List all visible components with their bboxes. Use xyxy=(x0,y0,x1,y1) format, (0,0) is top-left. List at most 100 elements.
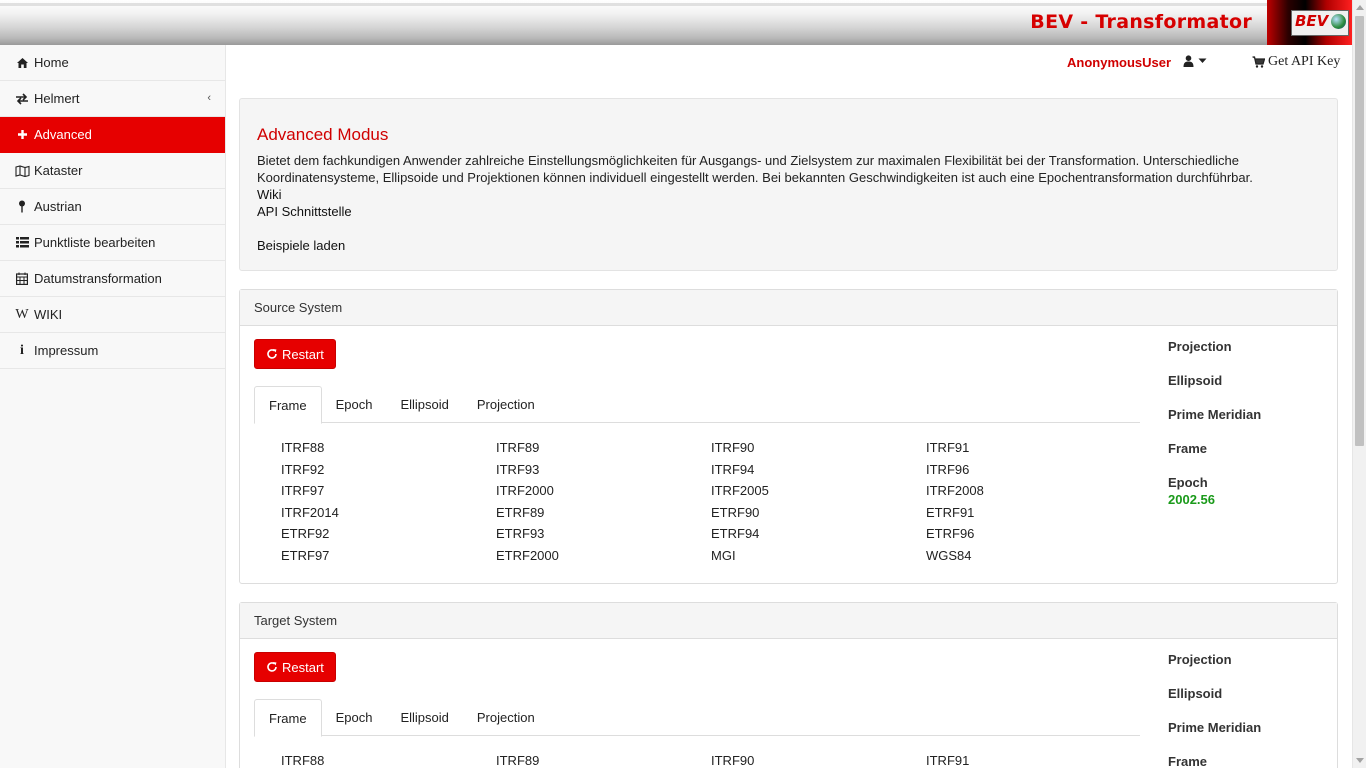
sidebar-item-kataster[interactable]: Kataster xyxy=(0,153,225,189)
sidebar-item-label: Kataster xyxy=(34,163,83,178)
wikipedia-icon: W xyxy=(15,306,29,322)
sidebar-item-label: Helmert xyxy=(34,91,80,106)
sidebar: Home Helmert ‹ Advanced Kataster Austria… xyxy=(0,45,226,768)
sidebar-item-punktliste[interactable]: Punktliste bearbeiten xyxy=(0,225,225,261)
frame-option[interactable]: ITRF88 xyxy=(281,440,496,462)
home-icon xyxy=(14,56,30,70)
get-api-key-link[interactable]: Get API Key xyxy=(1252,54,1340,70)
target-system-panel: Target System Restart Frame Epoch Ellips… xyxy=(239,602,1338,768)
source-system-panel: Source System Restart Frame Epoch Ellips… xyxy=(239,289,1338,584)
frame-option[interactable]: ETRF91 xyxy=(926,505,1141,527)
load-examples-link[interactable]: Beispiele laden xyxy=(257,237,1320,254)
frame-option[interactable]: ITRF2005 xyxy=(711,483,926,505)
frame-option[interactable]: ITRF93 xyxy=(496,462,711,484)
target-tabs: Frame Epoch Ellipsoid Projection xyxy=(254,699,1140,737)
chevron-left-icon[interactable]: ‹ xyxy=(207,92,211,104)
scroll-up-icon[interactable] xyxy=(1356,5,1364,10)
list-icon xyxy=(14,236,30,250)
frame-option[interactable]: ITRF90 xyxy=(711,753,926,768)
user-menu-toggle[interactable] xyxy=(1183,55,1207,67)
frame-option[interactable]: ETRF96 xyxy=(926,526,1141,548)
summary-ellipsoid: Ellipsoid xyxy=(1168,686,1223,701)
pin-icon xyxy=(14,200,30,214)
summary-frame: Frame xyxy=(1168,754,1208,768)
frame-option[interactable]: ITRF97 xyxy=(281,483,496,505)
scroll-down-icon[interactable] xyxy=(1356,758,1364,763)
logo-text: BEV xyxy=(1295,12,1329,30)
sidebar-item-wiki[interactable]: W WIKI xyxy=(0,297,225,333)
tab-epoch[interactable]: Epoch xyxy=(322,386,387,423)
source-frame-list: ITRF88 ITRF89 ITRF90 ITRF91 ITRF92 ITRF9… xyxy=(281,440,1141,569)
frame-option[interactable]: MGI xyxy=(711,548,926,570)
frame-option[interactable]: ETRF2000 xyxy=(496,548,711,570)
tab-ellipsoid[interactable]: Ellipsoid xyxy=(386,386,462,423)
banner-stripe xyxy=(0,3,1352,6)
frame-option[interactable]: ITRF2014 xyxy=(281,505,496,527)
frame-option[interactable]: ETRF93 xyxy=(496,526,711,548)
summary-frame: Frame xyxy=(1168,441,1208,456)
panel-heading: Source System xyxy=(240,290,1337,326)
api-link[interactable]: API Schnittstelle xyxy=(257,203,1320,220)
scroll-thumb[interactable] xyxy=(1355,16,1364,446)
frame-option[interactable]: ITRF2000 xyxy=(496,483,711,505)
sidebar-item-impressum[interactable]: i Impressum xyxy=(0,333,225,369)
caret-down-icon xyxy=(1198,58,1207,63)
tab-ellipsoid[interactable]: Ellipsoid xyxy=(386,699,462,736)
map-icon xyxy=(14,164,30,178)
summary-projection: Projection xyxy=(1168,652,1232,667)
user-name[interactable]: AnonymousUser xyxy=(1067,55,1171,70)
restart-button[interactable]: Restart xyxy=(254,652,336,682)
tab-frame[interactable]: Frame xyxy=(254,386,322,424)
sidebar-item-label: Advanced xyxy=(34,127,92,142)
api-key-label: Get API Key xyxy=(1268,54,1341,69)
frame-option[interactable]: ITRF90 xyxy=(711,440,926,462)
tab-epoch[interactable]: Epoch xyxy=(322,699,387,736)
frame-option[interactable]: ITRF91 xyxy=(926,753,1141,768)
sidebar-item-advanced[interactable]: Advanced xyxy=(0,117,225,153)
frame-option[interactable]: ITRF2008 xyxy=(926,483,1141,505)
sidebar-item-helmert[interactable]: Helmert ‹ xyxy=(0,81,225,117)
frame-option[interactable]: ITRF92 xyxy=(281,462,496,484)
app-title: BEV - Transformator xyxy=(1030,11,1252,33)
summary-projection: Projection xyxy=(1168,339,1232,354)
frame-option[interactable]: ETRF89 xyxy=(496,505,711,527)
sidebar-item-label: Austrian xyxy=(34,199,82,214)
sidebar-item-datumstransformation[interactable]: Datumstransformation xyxy=(0,261,225,297)
sidebar-item-label: Impressum xyxy=(34,343,99,358)
tab-projection[interactable]: Projection xyxy=(463,386,549,423)
tab-frame[interactable]: Frame xyxy=(254,699,322,737)
frame-option[interactable]: ETRF90 xyxy=(711,505,926,527)
wiki-link[interactable]: Wiki xyxy=(257,186,1320,203)
info-description: Bietet dem fachkundigen Anwender zahlrei… xyxy=(257,153,1253,185)
restart-label: Restart xyxy=(282,346,324,362)
summary-ellipsoid: Ellipsoid xyxy=(1168,373,1223,388)
frame-option[interactable]: ETRF97 xyxy=(281,548,496,570)
sidebar-item-austrian[interactable]: Austrian xyxy=(0,189,225,225)
frame-option[interactable]: ITRF89 xyxy=(496,440,711,462)
sidebar-item-home[interactable]: Home xyxy=(0,45,225,81)
globe-icon xyxy=(1331,14,1346,29)
frame-option[interactable]: ITRF91 xyxy=(926,440,1141,462)
frame-option[interactable]: ITRF94 xyxy=(711,462,926,484)
plus-icon xyxy=(14,128,30,142)
sidebar-item-label: Punktliste bearbeiten xyxy=(34,235,156,250)
frame-option[interactable]: ITRF96 xyxy=(926,462,1141,484)
frame-option[interactable]: ETRF92 xyxy=(281,526,496,548)
frame-option[interactable]: ITRF88 xyxy=(281,753,496,768)
tab-projection[interactable]: Projection xyxy=(463,699,549,736)
refresh-icon xyxy=(267,662,277,672)
sidebar-item-label: WIKI xyxy=(34,307,63,322)
bev-logo[interactable]: BEV xyxy=(1291,10,1349,36)
panel-heading: Target System xyxy=(240,603,1337,639)
summary-prime-meridian: Prime Meridian xyxy=(1168,720,1262,735)
user-icon xyxy=(1183,55,1194,67)
restart-button[interactable]: Restart xyxy=(254,339,336,369)
page-scrollbar[interactable] xyxy=(1352,0,1366,768)
source-tabs: Frame Epoch Ellipsoid Projection xyxy=(254,386,1140,424)
frame-option[interactable]: ITRF89 xyxy=(496,753,711,768)
exchange-icon xyxy=(14,92,30,106)
restart-label: Restart xyxy=(282,659,324,675)
frame-option[interactable]: WGS84 xyxy=(926,548,1141,570)
header-banner: BEV - Transformator BEV xyxy=(0,0,1352,45)
frame-option[interactable]: ETRF94 xyxy=(711,526,926,548)
